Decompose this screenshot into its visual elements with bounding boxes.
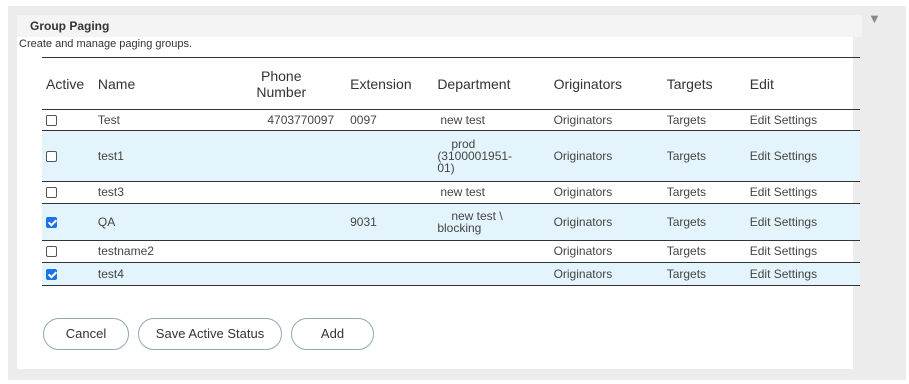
phone-cell	[216, 203, 347, 241]
panel-header	[17, 15, 862, 37]
edit-settings-link[interactable]: Edit Settings	[745, 181, 860, 204]
name-cell: Test	[93, 109, 217, 131]
targets-link[interactable]: Targets	[662, 262, 746, 286]
originators-link[interactable]: Originators	[549, 203, 663, 241]
collapse-triangle-icon[interactable]: ▼	[868, 12, 881, 26]
extension-cell: 9031	[346, 203, 434, 241]
active-cell	[42, 181, 94, 204]
cancel-button[interactable]: Cancel	[43, 318, 129, 350]
active-cell	[42, 109, 94, 131]
active-checkbox[interactable]	[46, 150, 57, 162]
phone-cell	[216, 181, 347, 204]
department-cell	[433, 262, 550, 286]
header-targets: Targets	[666, 75, 713, 92]
edit-settings-link[interactable]: Edit Settings	[745, 109, 860, 131]
department-line: 01)	[437, 161, 455, 175]
originators-link[interactable]: Originators	[549, 130, 663, 182]
page-subtitle: Create and manage paging groups.	[19, 38, 193, 50]
department-line: blocking	[437, 221, 482, 235]
table-row: testname2 Originators Targets Edit Setti…	[42, 240, 860, 263]
targets-link[interactable]: Targets	[662, 240, 746, 263]
active-checkbox[interactable]	[46, 246, 57, 258]
name-cell: test1	[93, 130, 217, 182]
header-phone-line1: Phone	[261, 67, 302, 84]
header-phone-number: Phone Number	[216, 58, 346, 110]
name-cell: QA	[93, 203, 217, 241]
paging-groups-table: Active Name Phone Number Extension Depart…	[42, 57, 860, 286]
originators-link[interactable]: Originators	[549, 240, 663, 263]
edit-settings-link[interactable]: Edit Settings	[745, 130, 860, 182]
targets-link[interactable]: Targets	[662, 130, 746, 182]
active-checkbox[interactable]	[46, 268, 57, 280]
phone-cell: 4703770097	[216, 109, 347, 131]
active-cell	[42, 130, 94, 182]
department-text: new test	[440, 185, 486, 199]
name-cell: test3	[93, 181, 217, 204]
extension-cell: 0097	[346, 109, 434, 131]
header-extension: Extension	[350, 75, 412, 92]
department-cell: new test \ blocking	[433, 203, 550, 241]
department-cell: new test	[433, 181, 550, 204]
name-cell: test4	[93, 262, 217, 286]
edit-settings-link[interactable]: Edit Settings	[745, 262, 860, 286]
active-cell	[42, 203, 94, 241]
phone-cell	[216, 262, 347, 286]
active-checkbox[interactable]	[46, 187, 57, 199]
originators-link[interactable]: Originators	[549, 262, 663, 286]
targets-link[interactable]: Targets	[662, 203, 746, 241]
edit-settings-link[interactable]: Edit Settings	[745, 203, 860, 241]
extension-cell	[346, 181, 434, 204]
header-name: Name	[97, 75, 136, 92]
header-originators: Originators	[553, 75, 623, 92]
extension-cell	[346, 240, 434, 263]
department-cell: prod (3100001951- 01)	[433, 130, 550, 182]
active-cell	[42, 262, 94, 286]
department-text: new test \ blocking	[437, 210, 545, 234]
header-phone-line2: Number	[256, 83, 307, 100]
table-row: Test 4703770097 0097 new test Originator…	[42, 109, 860, 131]
originators-link[interactable]: Originators	[549, 109, 663, 131]
save-active-status-button[interactable]: Save Active Status	[138, 318, 282, 350]
department-cell: new test	[433, 109, 550, 131]
table-row: QA 9031 new test \ blocking Originators T…	[42, 203, 860, 241]
edit-settings-link[interactable]: Edit Settings	[745, 240, 860, 263]
header-edit: Edit	[749, 75, 774, 92]
department-text: new test	[440, 112, 486, 127]
page-title: Group Paging	[30, 19, 110, 33]
originators-link[interactable]: Originators	[549, 181, 663, 204]
name-cell: testname2	[93, 240, 217, 263]
phone-cell	[216, 130, 347, 182]
table-row: test1 prod (3100001951- 01) Originators Ta…	[42, 130, 860, 182]
table-row: test4 Originators Targets Edit Settings	[42, 262, 860, 286]
table-row: test3 new test Originators Targets Edit …	[42, 181, 860, 204]
table-header-row: Active Name Phone Number Extension Depart…	[42, 57, 860, 110]
extension-cell	[346, 262, 434, 286]
header-department: Department	[437, 75, 511, 92]
department-cell	[433, 240, 550, 263]
targets-link[interactable]: Targets	[662, 181, 746, 204]
active-checkbox[interactable]	[46, 216, 57, 228]
active-checkbox[interactable]	[46, 114, 57, 126]
targets-link[interactable]: Targets	[662, 109, 746, 131]
add-button[interactable]: Add	[291, 318, 374, 350]
phone-cell	[216, 240, 347, 263]
active-cell	[42, 240, 94, 263]
header-active: Active	[46, 75, 85, 92]
department-text: prod (3100001951- 01)	[437, 138, 545, 174]
extension-cell	[346, 130, 434, 182]
